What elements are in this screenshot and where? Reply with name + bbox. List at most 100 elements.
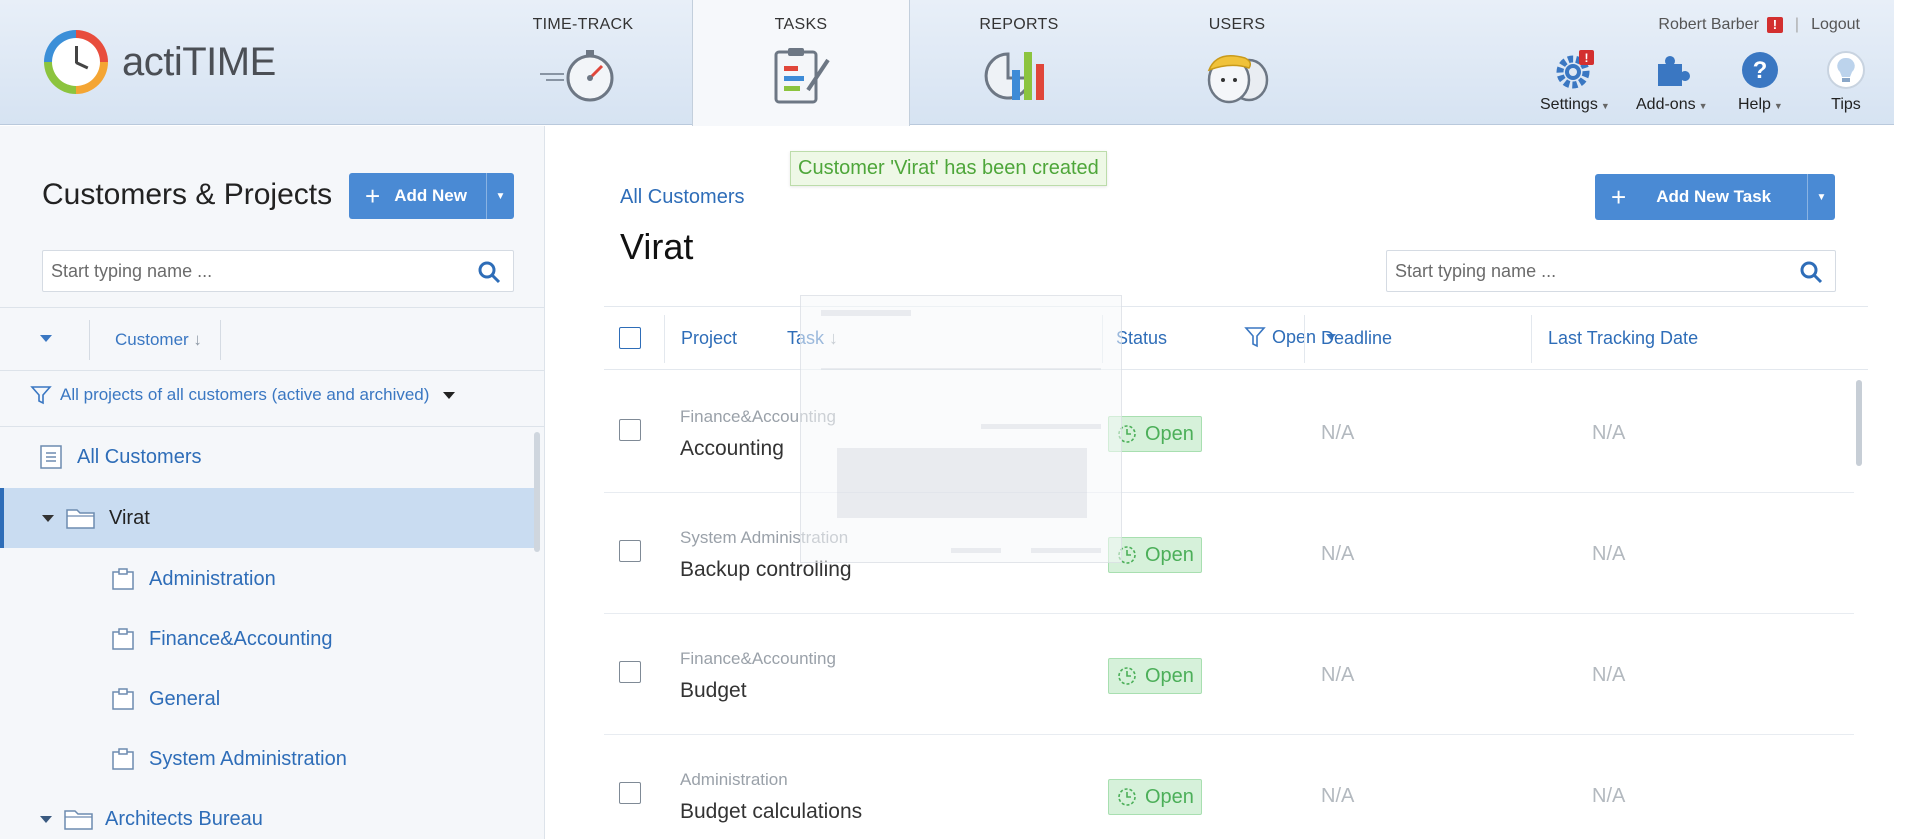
column-status[interactable]: Status: [1116, 328, 1167, 349]
status-badge[interactable]: Open: [1108, 537, 1202, 573]
sidebar-item-label: System Administration: [149, 747, 347, 770]
search-icon[interactable]: [1799, 260, 1823, 284]
row-deadline: N/A: [1321, 785, 1355, 807]
chevron-down-icon[interactable]: [42, 514, 54, 522]
actitime-logo[interactable]: actiTIME: [44, 30, 276, 94]
chevron-down-icon[interactable]: ▼: [486, 173, 514, 219]
row-task[interactable]: Accounting: [680, 437, 784, 461]
customer-search: [42, 250, 514, 292]
user-name[interactable]: Robert Barber: [1658, 16, 1759, 34]
task-search: [1386, 250, 1836, 292]
clock-icon: [1118, 667, 1136, 685]
row-checkbox[interactable]: [619, 661, 641, 683]
row-checkbox[interactable]: [619, 419, 641, 441]
sidebar-item-finance-accounting[interactable]: Finance&Accounting: [0, 609, 535, 669]
customer-sort-label: Customer: [115, 330, 189, 349]
logout-link[interactable]: Logout: [1811, 16, 1860, 34]
row-checkbox[interactable]: [619, 782, 641, 804]
project-icon: [112, 568, 134, 590]
plus-icon: +: [365, 181, 381, 211]
table-header: Project Task ↓ Status Open Deadline Last…: [604, 306, 1868, 370]
tasks-scrollbar[interactable]: [1856, 380, 1862, 466]
status-label: Open: [1145, 543, 1194, 566]
addons-label: Add-ons: [1636, 96, 1696, 113]
table-row[interactable]: Administration Budget calculations Open …: [604, 735, 1854, 839]
project-filter[interactable]: All projects of all customers (active an…: [30, 384, 456, 406]
settings-label: Settings: [1540, 96, 1598, 113]
status-badge[interactable]: Open: [1108, 779, 1202, 815]
tips-label: Tips: [1831, 96, 1861, 113]
status-badge[interactable]: Open: [1108, 416, 1202, 452]
status-badge[interactable]: Open: [1108, 658, 1202, 694]
settings-menu[interactable]: ! Settings ▼: [1540, 50, 1610, 114]
help-menu[interactable]: ? Help ▼: [1738, 50, 1783, 114]
customers-sidebar: Customers & Projects + Add New ▼ Custome…: [0, 126, 545, 839]
row-deadline: N/A: [1321, 664, 1355, 686]
sidebar-item-all-customers[interactable]: All Customers: [0, 427, 535, 487]
sidebar-item-general[interactable]: General: [0, 669, 535, 729]
sort-arrow-icon: ↓: [193, 330, 202, 349]
tab-reports[interactable]: REPORTS: [910, 0, 1128, 125]
row-project[interactable]: Finance&Accounting: [680, 649, 836, 669]
column-deadline[interactable]: Deadline: [1321, 328, 1392, 349]
tasks-panel: All Customers Virat Customer 'Virat' has…: [546, 126, 1894, 839]
stopwatch-icon: [540, 50, 614, 102]
project-icon: [112, 628, 134, 650]
table-row[interactable]: System Administration Backup controlling…: [604, 493, 1854, 614]
breadcrumb-all-customers[interactable]: All Customers: [620, 186, 744, 209]
customer-sort-header[interactable]: Customer ↓: [115, 330, 202, 350]
add-new-label: Add New: [394, 186, 467, 205]
folder-icon: [64, 810, 93, 830]
sort-row: Customer ↓: [0, 310, 544, 370]
sidebar-item-label: Architects Bureau: [105, 807, 263, 830]
gear-icon: !: [1555, 50, 1595, 90]
tab-label: USERS: [1208, 16, 1266, 33]
row-task[interactable]: Budget calculations: [680, 800, 862, 824]
tab-label: REPORTS: [979, 16, 1059, 33]
sidebar-item-administration[interactable]: Administration: [0, 549, 535, 609]
table-row[interactable]: Finance&Accounting Accounting Open N/A N…: [604, 372, 1854, 493]
puzzle-icon: [1652, 50, 1692, 90]
tab-label: TIME-TRACK: [532, 16, 634, 33]
clock-logo-icon: [44, 30, 108, 94]
alert-icon[interactable]: !: [1766, 17, 1783, 33]
project-icon: [112, 688, 134, 710]
task-search-input[interactable]: [1387, 251, 1835, 291]
tips-button[interactable]: Tips: [1826, 50, 1866, 114]
chevron-down-icon[interactable]: ▼: [1807, 174, 1835, 220]
search-icon[interactable]: [477, 260, 501, 284]
addons-menu[interactable]: Add-ons ▼: [1636, 50, 1708, 114]
column-project[interactable]: Project: [681, 328, 737, 349]
app-name: actiTIME: [122, 39, 276, 84]
divider: [664, 315, 665, 363]
project-icon: [112, 748, 134, 770]
select-all-checkbox[interactable]: [619, 327, 641, 349]
customer-search-input[interactable]: [43, 251, 513, 291]
tab-tasks[interactable]: TASKS: [692, 0, 910, 126]
row-task[interactable]: Budget: [680, 679, 747, 703]
row-last-tracking: N/A: [1592, 543, 1626, 565]
sidebar-item-virat[interactable]: Virat: [0, 488, 535, 548]
sidebar-item-system-administration[interactable]: System Administration: [0, 729, 535, 789]
help-icon: ?: [1740, 50, 1780, 90]
row-last-tracking: N/A: [1592, 422, 1626, 444]
row-checkbox[interactable]: [619, 540, 641, 562]
add-new-task-button[interactable]: + Add New Task ▼: [1595, 174, 1835, 220]
tab-users[interactable]: USERS: [1128, 0, 1346, 125]
divider: [0, 307, 544, 308]
svg-text:?: ?: [1753, 57, 1768, 84]
row-last-tracking: N/A: [1592, 664, 1626, 686]
table-row[interactable]: Finance&Accounting Budget Open N/A N/A: [604, 614, 1854, 735]
tab-time-track[interactable]: TIME-TRACK: [474, 0, 692, 125]
collapse-all-icon[interactable]: [40, 335, 52, 342]
divider: [1531, 315, 1532, 363]
sidebar-scrollbar[interactable]: [534, 432, 540, 552]
column-last-tracking-date[interactable]: Last Tracking Date: [1548, 328, 1698, 349]
chevron-down-icon[interactable]: [40, 815, 52, 823]
sidebar-item-architects-bureau[interactable]: Architects Bureau: [0, 789, 535, 839]
tab-label: TASKS: [774, 16, 828, 33]
chevron-down-icon: [443, 391, 456, 399]
add-new-button[interactable]: + Add New ▼: [349, 173, 514, 219]
row-project[interactable]: Administration: [680, 770, 788, 790]
sidebar-item-label: Virat: [109, 506, 150, 529]
